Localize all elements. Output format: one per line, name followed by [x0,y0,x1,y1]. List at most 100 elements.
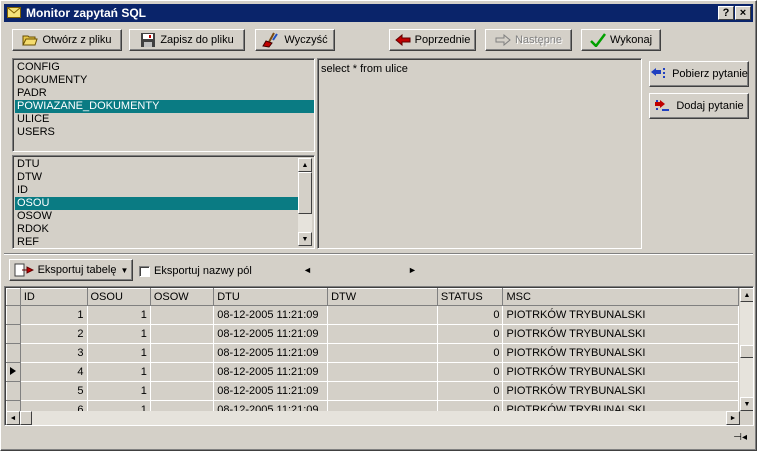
table-cell[interactable]: 08-12-2005 11:21:09 [213,400,329,411]
grid-vscroll-thumb[interactable] [740,345,753,358]
table-list-item[interactable]: DOKUMENTY [15,74,314,87]
table-cell[interactable]: 1 [20,305,88,325]
help-button[interactable]: ? [718,6,734,20]
table-cell[interactable]: 5 [20,381,88,401]
table-cell[interactable]: 1 [87,381,151,401]
table-cell[interactable]: PIOTRKÓW TRYBUNALSKI [502,324,739,344]
table-cell[interactable]: 4 [20,362,88,382]
table-cell[interactable] [150,343,215,363]
column-header[interactable]: STATUS [436,288,504,306]
execute-button[interactable]: Wykonaj [581,29,661,51]
table-cell[interactable] [150,362,215,382]
column-header[interactable]: ID [19,288,88,306]
row-indicator[interactable] [6,343,21,363]
table-cell[interactable]: 1 [87,343,151,363]
table-list-item[interactable]: USERS [15,126,314,139]
table-cell[interactable]: 6 [20,400,88,411]
fetch-query-button[interactable]: Pobierz pytanie [649,61,749,87]
table-cell[interactable]: 1 [87,324,151,344]
column-header[interactable]: DTW [327,288,438,306]
table-row[interactable]: 3 1 08-12-2005 11:21:09 0 PIOTRKÓW TRYBUNALS… [6,343,739,363]
table-cell[interactable]: 0 [437,362,504,382]
table-cell[interactable]: 0 [437,305,504,325]
add-query-button[interactable]: Dodaj pytanie [649,93,749,119]
field-list-item[interactable]: RDOK [15,223,298,236]
table-cell[interactable]: 08-12-2005 11:21:09 [213,305,329,325]
table-cell[interactable]: 2 [20,324,88,344]
table-cell[interactable] [327,305,438,325]
field-list-item[interactable]: OSOU [15,197,298,210]
table-cell[interactable]: PIOTRKÓW TRYBUNALSKI [502,400,739,411]
grid-horizontal-scrollbar[interactable]: ◄ ► [6,411,740,425]
column-header[interactable]: DTU [213,288,329,306]
close-button[interactable]: × [735,6,751,20]
title-bar[interactable]: Monitor zapytań SQL ? × [4,4,753,22]
column-header[interactable]: OSOW [149,288,215,306]
table-list-item[interactable]: PADR [15,87,314,100]
table-cell[interactable]: 0 [437,343,504,363]
grid-vertical-scrollbar[interactable]: ▲ ▼ [740,288,753,411]
table-list-item[interactable]: CONFIG [15,61,314,74]
table-cell[interactable]: PIOTRKÓW TRYBUNALSKI [502,381,739,401]
row-indicator[interactable] [6,362,21,382]
table-cell[interactable]: PIOTRKÓW TRYBUNALSKI [502,362,739,382]
table-cell[interactable]: 08-12-2005 11:21:09 [213,381,329,401]
field-list-item[interactable]: OSOW [15,210,298,223]
table-cell[interactable] [150,324,215,344]
pin-icon[interactable]: ⊣◂ [733,432,747,443]
next-button[interactable]: Następne [485,29,572,51]
clear-button[interactable]: Wyczyść [255,29,335,51]
column-header[interactable]: MSC [502,288,739,306]
query-editor[interactable]: select * from ulice [317,58,642,249]
open-file-button[interactable]: Otwórz z pliku [12,29,122,51]
grid-hscroll-thumb[interactable] [20,411,32,425]
table-cell[interactable]: 08-12-2005 11:21:09 [213,324,329,344]
table-cell[interactable] [150,400,215,411]
table-row[interactable]: 5 1 08-12-2005 11:21:09 0 PIOTRKÓW TRYBUNALS… [6,381,739,401]
table-cell[interactable]: 0 [437,324,504,344]
table-cell[interactable] [327,400,438,411]
row-indicator[interactable] [6,324,21,344]
field-list-item[interactable]: REF [15,236,298,249]
fields-scrollbar[interactable]: ▲ ▼ [298,158,312,246]
table-cell[interactable]: 1 [87,305,151,325]
fields-listbox[interactable]: DTU DTW ID OSOU OSOW RDOK REF ▲ ▼ [12,155,315,249]
table-cell[interactable]: 08-12-2005 11:21:09 [213,343,329,363]
data-grid[interactable]: ID OSOU OSOW DTU DTW STATUS MSC 1 1 08-12-2005 11… [4,286,754,426]
export-field-names-checkbox[interactable]: Eksportuj nazwy pól [139,265,252,277]
tables-listbox[interactable]: CONFIG DOKUMENTY PADR POWIAZANE_DOKUMENTY UL… [12,58,315,152]
table-row[interactable]: 6 1 08-12-2005 11:21:09 0 PIOTRKÓW TRYBUNALS… [6,400,739,411]
table-row[interactable]: 1 1 08-12-2005 11:21:09 0 PIOTRKÓW TRYBUNALS… [6,305,739,325]
table-cell[interactable] [327,324,438,344]
scroll-right-icon[interactable]: ► [408,265,417,275]
fields-scroll-thumb[interactable] [298,172,312,214]
table-cell[interactable]: 08-12-2005 11:21:09 [213,362,329,382]
scroll-left-icon[interactable]: ◄ [303,265,312,275]
table-cell[interactable] [150,305,215,325]
table-cell[interactable] [327,362,438,382]
table-cell[interactable] [150,381,215,401]
table-cell[interactable]: PIOTRKÓW TRYBUNALSKI [502,343,739,363]
table-cell[interactable] [327,343,438,363]
table-cell[interactable]: 0 [437,381,504,401]
table-cell[interactable]: 3 [20,343,88,363]
row-indicator[interactable] [6,400,21,411]
field-list-item[interactable]: ID [15,184,298,197]
save-file-button[interactable]: Zapisz do pliku [129,29,245,51]
field-list-item[interactable]: DTU [15,158,298,171]
export-table-button[interactable]: Eksportuj tabelę ▼ [9,259,133,281]
scroll-up-icon[interactable]: ▲ [298,158,312,172]
table-list-item[interactable]: POWIAZANE_DOKUMENTY [15,100,314,113]
table-cell[interactable] [327,381,438,401]
field-list-item[interactable]: DTW [15,171,298,184]
grid-scroll-right-icon[interactable]: ► [726,411,740,425]
column-header[interactable]: OSOU [86,288,151,306]
table-cell[interactable]: 0 [437,400,504,411]
table-list-item[interactable]: ULICE [15,113,314,126]
table-row[interactable]: 4 1 08-12-2005 11:21:09 0 PIOTRKÓW TRYBUNALS… [6,362,739,382]
table-row[interactable]: 2 1 08-12-2005 11:21:09 0 PIOTRKÓW TRYBUNALS… [6,324,739,344]
scroll-down-icon[interactable]: ▼ [298,232,312,246]
grid-scroll-left-icon[interactable]: ◄ [6,411,20,425]
checkbox-box[interactable] [139,265,150,277]
row-indicator[interactable] [6,381,21,401]
